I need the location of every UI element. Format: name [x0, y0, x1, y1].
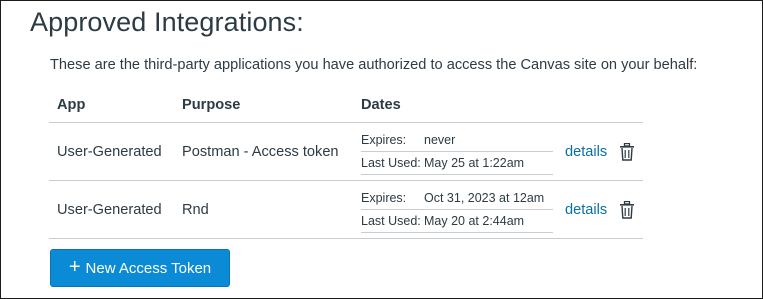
page-title: Approved Integrations:	[30, 7, 304, 37]
table-header-row: App Purpose Dates	[49, 87, 643, 123]
last-used-line: Last Used: May 25 at 1:22am	[361, 152, 553, 175]
details-link[interactable]: details	[565, 202, 607, 218]
trash-icon[interactable]	[619, 142, 635, 161]
last-used-label: Last Used:	[361, 213, 421, 228]
table-row: User-Generated Rnd Expires: Oct 31, 2023…	[49, 180, 643, 239]
details-link[interactable]: details	[565, 144, 607, 160]
dates-cell: Expires: Oct 31, 2023 at 12am Last Used:…	[353, 180, 555, 239]
expires-line: Expires: Oct 31, 2023 at 12am	[361, 187, 553, 210]
app-cell: User-Generated	[49, 180, 174, 239]
column-header-dates: Dates	[353, 87, 555, 123]
purpose-cell: Rnd	[174, 180, 353, 239]
purpose-cell: Postman - Access token	[174, 122, 353, 181]
expires-line: Expires: never	[361, 129, 553, 152]
expires-value: Oct 31, 2023 at 12am	[424, 190, 545, 205]
new-access-token-button[interactable]: + New Access Token	[50, 249, 230, 287]
last-used-line: Last Used: May 20 at 2:44am	[361, 210, 553, 233]
table-row: User-Generated Postman - Access token Ex…	[49, 122, 643, 181]
last-used-label: Last Used:	[361, 155, 421, 170]
dates-cell: Expires: never Last Used: May 25 at 1:22…	[353, 122, 555, 181]
expires-label: Expires:	[361, 132, 407, 147]
intro-text: These are the third-party applications y…	[50, 57, 698, 73]
app-cell: User-Generated	[49, 122, 174, 181]
expires-label: Expires:	[361, 190, 407, 205]
column-header-purpose: Purpose	[174, 87, 353, 123]
expires-value: never	[424, 132, 456, 147]
last-used-value: May 25 at 1:22am	[424, 155, 525, 170]
new-access-token-label: New Access Token	[85, 259, 212, 277]
plus-icon: +	[68, 256, 81, 278]
actions-cell: details	[555, 122, 643, 181]
actions-cell: details	[555, 180, 643, 239]
approved-integrations-panel: Approved Integrations: These are the thi…	[0, 0, 763, 299]
last-used-value: May 20 at 2:44am	[424, 213, 525, 228]
trash-icon[interactable]	[619, 200, 635, 219]
integrations-table: App Purpose Dates User-Generated Postman…	[49, 87, 643, 239]
column-header-actions	[555, 87, 643, 123]
column-header-app: App	[49, 87, 174, 123]
